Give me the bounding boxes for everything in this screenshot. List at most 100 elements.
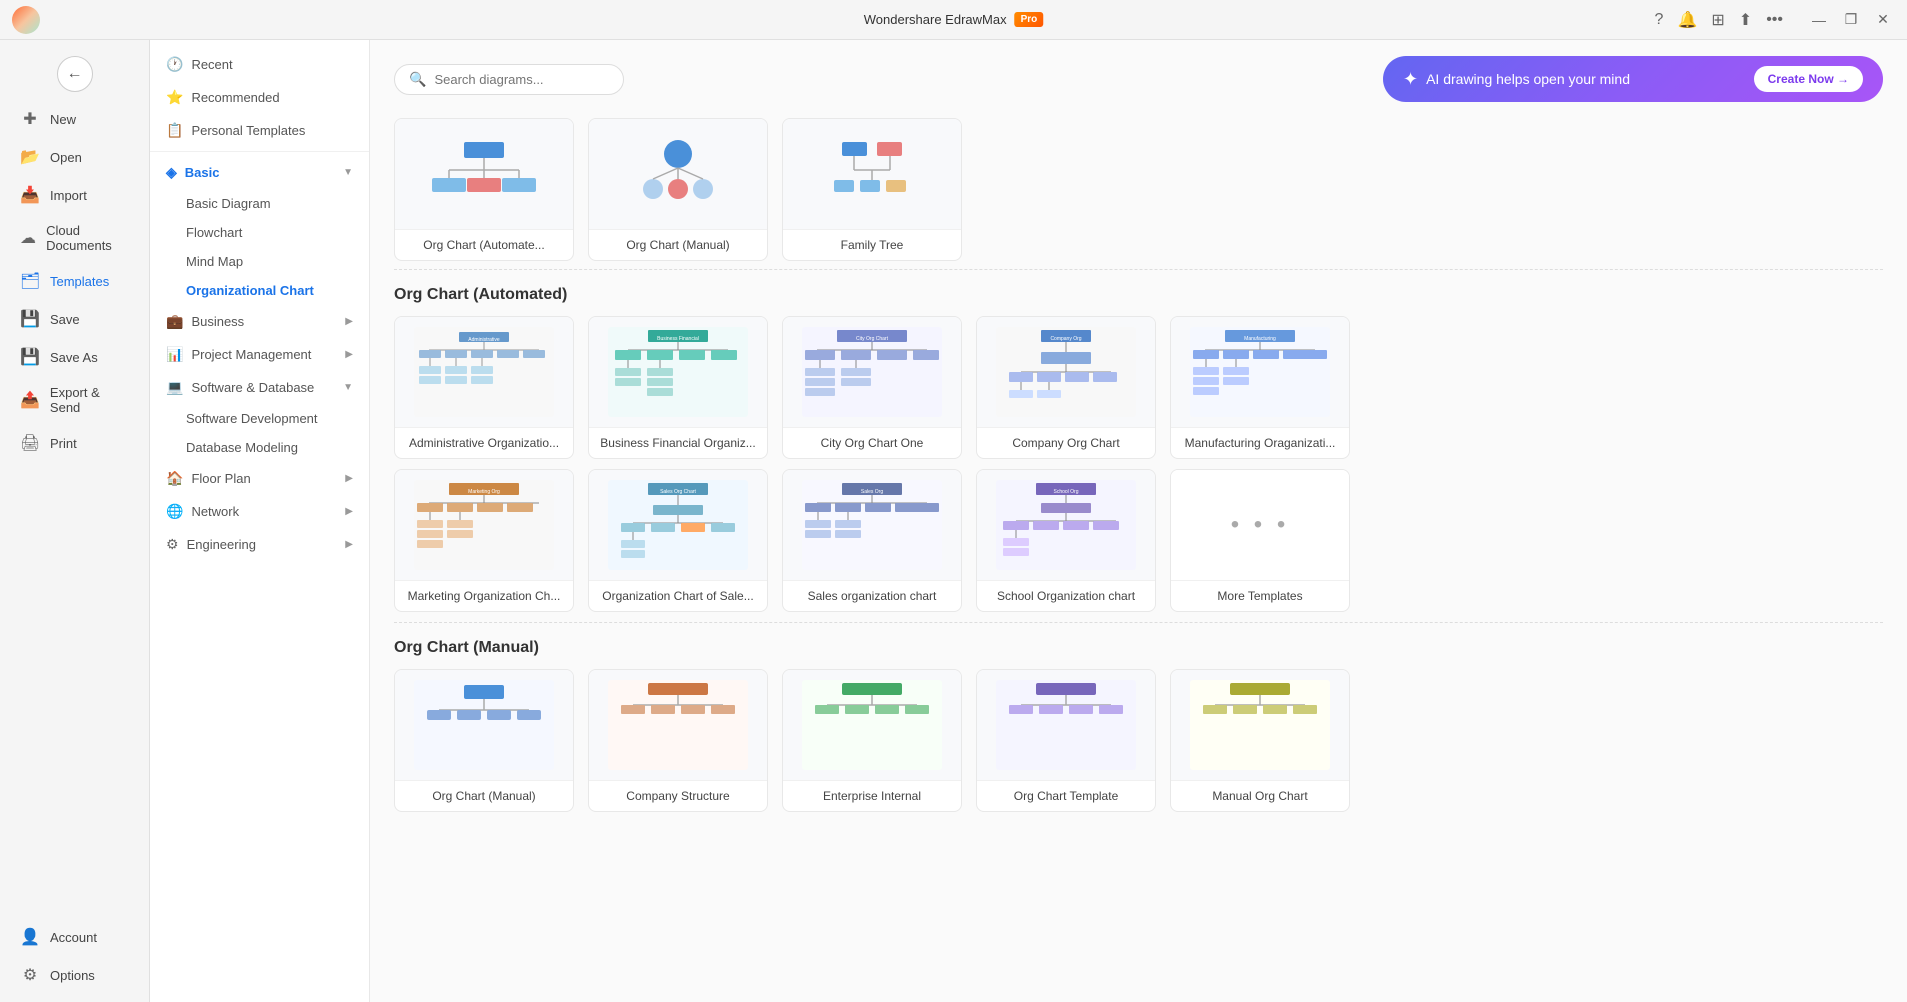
section-divider-1 — [394, 269, 1883, 270]
cat-basic-diagram[interactable]: Basic Diagram — [150, 189, 369, 218]
template-manual-3[interactable]: Enterprise Internal — [782, 669, 962, 812]
section-manual-title: Org Chart (Manual) — [394, 639, 1883, 657]
cat-project[interactable]: 📊Project Management ▶ — [150, 338, 369, 371]
app-title: Wondershare EdrawMax — [864, 12, 1007, 27]
manual-1-preview — [395, 670, 573, 780]
cat-personal[interactable]: 📋Personal Templates — [150, 114, 369, 147]
sidebar-item-export[interactable]: 📤 Export & Send — [6, 377, 143, 423]
cat-floorplan[interactable]: 🏠Floor Plan ▶ — [150, 462, 369, 495]
cat-business[interactable]: 💼Business ▶ — [150, 305, 369, 338]
project-icon: 📊 — [166, 346, 183, 362]
user-avatar[interactable] — [12, 6, 40, 34]
recent-icon: 🕐 — [166, 56, 183, 72]
cat-recommended[interactable]: ⭐Recommended — [150, 81, 369, 114]
recommended-label: Recommended — [191, 90, 279, 105]
cloud-label: Cloud Documents — [46, 223, 129, 253]
template-org-manual[interactable]: Org Chart (Manual) — [588, 118, 768, 261]
biz-fin-preview: Business Financial — [589, 317, 767, 427]
sidebar-item-templates[interactable]: 🗂 Templates — [6, 263, 143, 299]
grid-icon[interactable]: ⊞ — [1707, 6, 1728, 34]
template-family-tree[interactable]: Family Tree — [782, 118, 962, 261]
template-org-auto[interactable]: Org Chart (Automate... — [394, 118, 574, 261]
cloud-icon: ☁ — [20, 228, 36, 248]
sidebar-item-print[interactable]: 🖨 Print — [6, 425, 143, 461]
ai-banner-text: AI drawing helps open your mind — [1426, 71, 1630, 87]
cat-software[interactable]: 💻Software & Database ▼ — [150, 371, 369, 404]
new-icon: ✚ — [20, 109, 40, 129]
template-sales-chart[interactable]: Sales Org Chart Organization — [588, 469, 768, 612]
saveas-icon: 💾 — [20, 347, 40, 367]
more-preview: • • • — [1171, 470, 1349, 580]
sidebar-item-options[interactable]: ⚙ Options — [6, 957, 143, 993]
ai-banner: ✦ AI drawing helps open your mind Create… — [1383, 56, 1883, 102]
import-icon: 📥 — [20, 185, 40, 205]
template-company[interactable]: Company Org Comp — [976, 316, 1156, 459]
sidebar-item-import[interactable]: 📥 Import — [6, 177, 143, 213]
sidebar-item-open[interactable]: 📂 Open — [6, 139, 143, 175]
floorplan-chevron: ▶ — [345, 473, 353, 484]
software-chevron: ▼ — [343, 382, 353, 393]
template-city[interactable]: City Org Chart — [782, 316, 962, 459]
city-label: City Org Chart One — [783, 427, 961, 458]
back-button[interactable]: ← — [57, 56, 93, 92]
more-icon[interactable]: ••• — [1762, 7, 1787, 33]
sidebar-item-new[interactable]: ✚ New — [6, 101, 143, 137]
template-manual-2[interactable]: Company Structure — [588, 669, 768, 812]
template-mfg[interactable]: Manufacturing — [1170, 316, 1350, 459]
cat-orgchart[interactable]: Organizational Chart — [150, 276, 369, 305]
basic-label: Basic — [185, 165, 220, 180]
cat-network[interactable]: 🌐Network ▶ — [150, 495, 369, 528]
network-label: Network — [191, 504, 239, 519]
template-mkt[interactable]: Marketing Org — [394, 469, 574, 612]
svg-text:City Org Chart: City Org Chart — [856, 336, 889, 342]
org-manual-label: Org Chart (Manual) — [589, 229, 767, 260]
template-manual-5[interactable]: Manual Org Chart — [1170, 669, 1350, 812]
cat-flowchart[interactable]: Flowchart — [150, 218, 369, 247]
manual-4-label: Org Chart Template — [977, 780, 1155, 811]
options-icon: ⚙ — [20, 965, 40, 985]
mkt-label: Marketing Organization Ch... — [395, 580, 573, 611]
left-sidebar: ← ✚ New 📂 Open 📥 Import ☁ Cloud Document… — [0, 40, 150, 1002]
manual-1-label: Org Chart (Manual) — [395, 780, 573, 811]
save-label: Save — [50, 312, 80, 327]
manual-2-preview — [589, 670, 767, 780]
cat-recent[interactable]: 🕐Recent — [150, 48, 369, 81]
sidebar-item-saveas[interactable]: 💾 Save As — [6, 339, 143, 375]
create-now-button[interactable]: Create Now → — [1754, 66, 1863, 92]
pro-badge: Pro — [1015, 12, 1044, 27]
template-biz-fin[interactable]: Business Financial — [588, 316, 768, 459]
sidebar-item-save[interactable]: 💾 Save — [6, 301, 143, 337]
help-icon[interactable]: ? — [1651, 7, 1668, 33]
sidebar-item-cloud[interactable]: ☁ Cloud Documents — [6, 215, 143, 261]
template-manual-4[interactable]: Org Chart Template — [976, 669, 1156, 812]
sales-org-preview: Sales Org — [783, 470, 961, 580]
cat-mindmap[interactable]: Mind Map — [150, 247, 369, 276]
print-label: Print — [50, 436, 77, 451]
svg-text:Sales Org Chart: Sales Org Chart — [660, 489, 696, 495]
cat-basic[interactable]: ◈Basic ▼ — [150, 156, 369, 189]
engineering-icon: ⚙ — [166, 536, 179, 552]
close-button[interactable]: ✕ — [1871, 8, 1895, 32]
cat-db-modeling[interactable]: Database Modeling — [150, 433, 369, 462]
templates-icon: 🗂 — [20, 271, 40, 291]
cat-software-dev[interactable]: Software Development — [150, 404, 369, 433]
business-icon: 💼 — [166, 313, 183, 329]
search-input[interactable] — [434, 72, 609, 87]
saveas-label: Save As — [50, 350, 98, 365]
template-manual-1[interactable]: Org Chart (Manual) — [394, 669, 574, 812]
template-admin[interactable]: Administrative — [394, 316, 574, 459]
share-icon[interactable]: ⬆ — [1735, 6, 1756, 34]
software-icon: 💻 — [166, 379, 183, 395]
search-box[interactable]: 🔍 — [394, 64, 624, 95]
template-sales-org[interactable]: Sales Org — [782, 469, 962, 612]
cat-engineering[interactable]: ⚙Engineering ▶ — [150, 528, 369, 561]
bell-icon[interactable]: 🔔 — [1673, 6, 1701, 34]
top-bar: 🔍 ✦ AI drawing helps open your mind Crea… — [394, 56, 1883, 102]
family-tree-preview — [783, 119, 961, 229]
minimize-button[interactable]: — — [1807, 8, 1831, 32]
template-school[interactable]: School Org School Organizatio — [976, 469, 1156, 612]
sidebar-item-account[interactable]: 👤 Account — [6, 919, 143, 955]
maximize-button[interactable]: ❐ — [1839, 8, 1863, 32]
template-more[interactable]: • • • More Templates — [1170, 469, 1350, 612]
mfg-label: Manufacturing Oraganizati... — [1171, 427, 1349, 458]
